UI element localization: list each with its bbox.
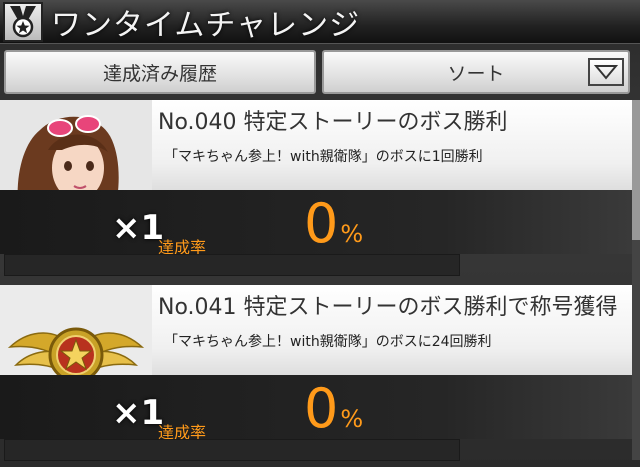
sort-button[interactable]: ソート: [322, 50, 630, 94]
rate-number: 0: [304, 192, 339, 255]
challenge-info: No.041 特定ストーリーのボス勝利で称号獲得 「マキちゃん参上！with親衛…: [152, 285, 632, 375]
achievement-rate-value: 0%: [304, 377, 363, 440]
achieved-history-button[interactable]: 達成済み履歴: [4, 50, 316, 94]
progress-bar: [4, 439, 460, 461]
challenge-info: No.040 特定ストーリーのボス勝利 「マキちゃん参上！with親衛隊」のボス…: [152, 100, 632, 190]
chevron-down-icon[interactable]: [588, 58, 624, 86]
challenge-card[interactable]: No.041 特定ストーリーのボス勝利で称号獲得 「マキちゃん参上！with親衛…: [0, 285, 632, 465]
rate-number: 0: [304, 377, 339, 440]
reward-multiplier: ×1: [112, 393, 165, 433]
toolbar: 達成済み履歴 ソート: [0, 46, 640, 98]
challenge-description: 「マキちゃん参上！with親衛隊」のボスに1回勝利: [164, 149, 483, 165]
scroll-thumb[interactable]: [632, 100, 640, 240]
challenge-card[interactable]: No.040 特定ストーリーのボス勝利 「マキちゃん参上！with親衛隊」のボス…: [0, 100, 632, 280]
title-bar: ワンタイムチャレンジ: [0, 0, 640, 44]
reward-multiplier: ×1: [112, 208, 165, 248]
rate-unit: %: [340, 405, 364, 433]
scrollbar[interactable]: [632, 100, 640, 460]
page-title: ワンタイムチャレンジ: [51, 7, 361, 43]
challenge-title: No.040 特定ストーリーのボス勝利: [158, 110, 508, 135]
rate-unit: %: [340, 220, 364, 248]
achievement-rate-value: 0%: [304, 192, 363, 255]
progress-bar: [4, 254, 460, 276]
challenge-description: 「マキちゃん参上！with親衛隊」のボスに24回勝利: [164, 334, 492, 350]
sort-label: ソート: [447, 62, 505, 85]
medal-icon: [3, 1, 43, 42]
challenge-title: No.041 特定ストーリーのボス勝利で称号獲得: [158, 295, 618, 320]
